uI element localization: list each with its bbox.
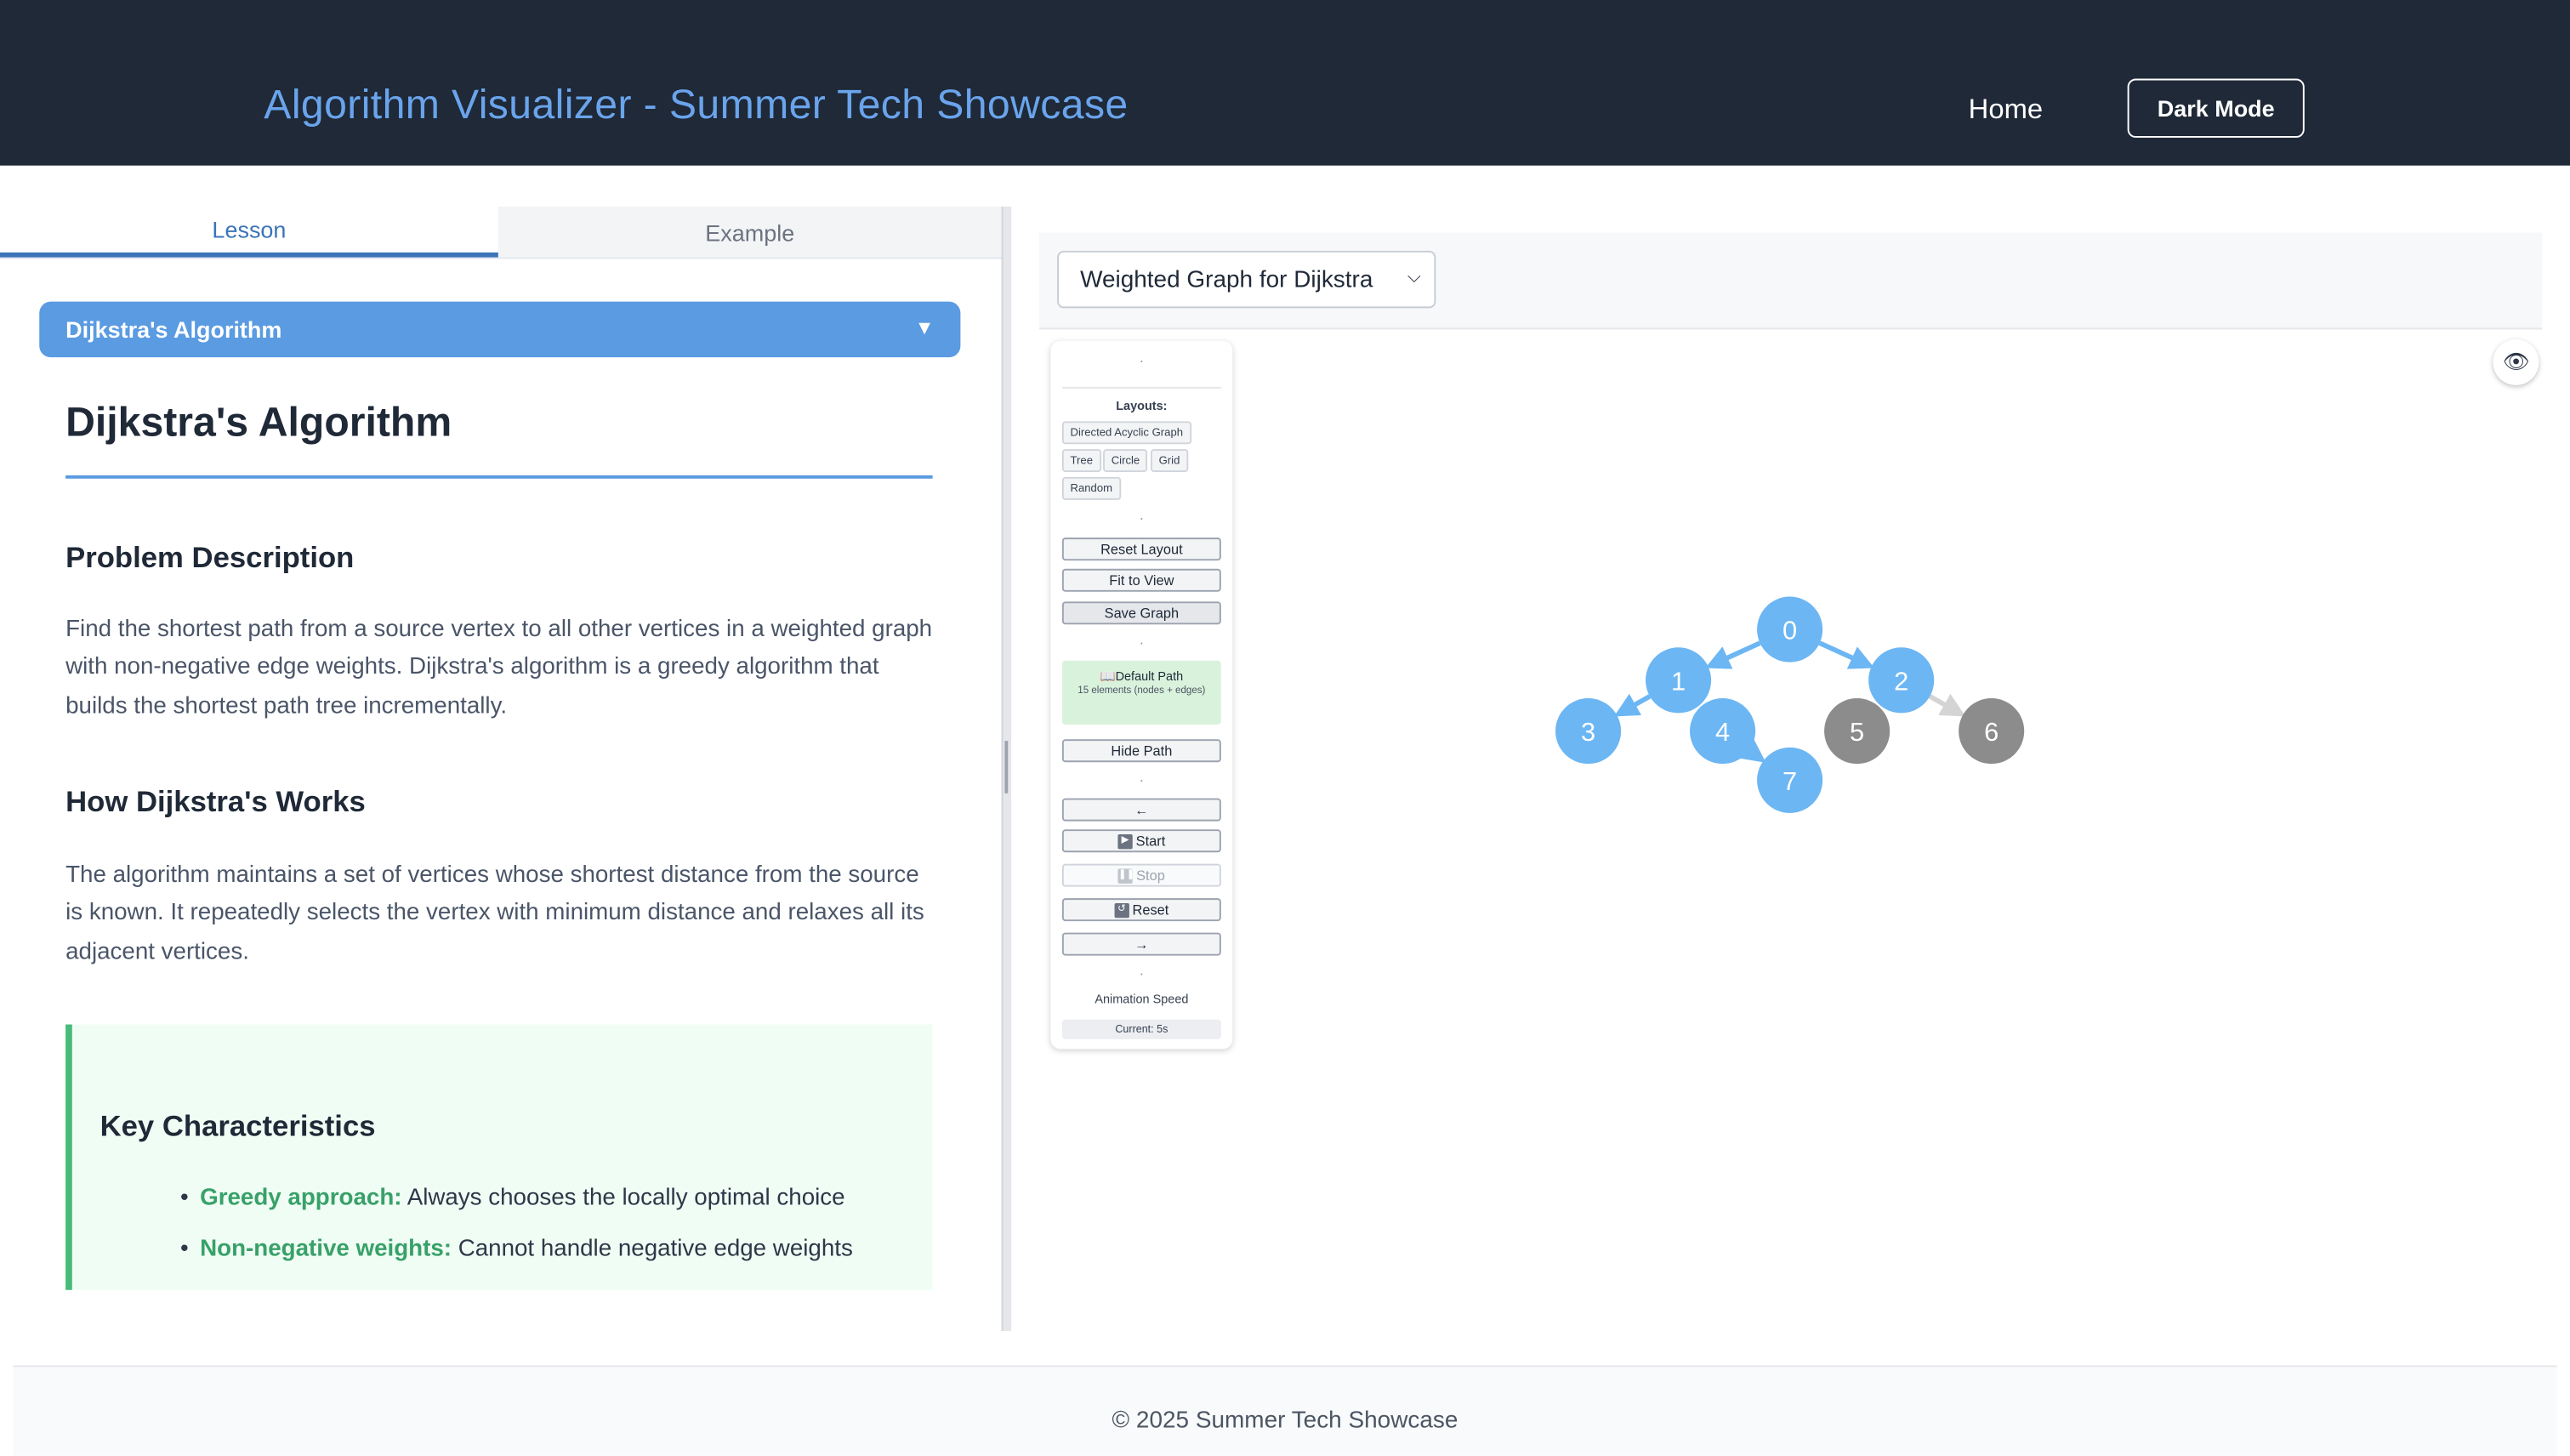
eye-icon[interactable]: 👁 bbox=[2493, 338, 2539, 385]
footer-copyright: © 2025 Summer Tech Showcase bbox=[1112, 1408, 1458, 1435]
graph-edge-4-7[interactable] bbox=[1738, 738, 1766, 763]
arrow-left-icon: ← bbox=[1134, 801, 1149, 818]
section-body-how-it-works: The algorithm maintains a set of vertice… bbox=[65, 862, 924, 965]
section-title-how-it-works: How Dijkstra's Works bbox=[65, 785, 366, 818]
stop-label: Stop bbox=[1136, 867, 1165, 884]
reset-layout-button[interactable]: Reset Layout bbox=[1061, 537, 1221, 561]
section-title-problem: Problem Description bbox=[65, 541, 355, 574]
visualizer-toolbar: Weighted Graph for Dijkstra ⌵ bbox=[1038, 232, 2543, 330]
graph-edge-0-2[interactable] bbox=[1818, 640, 1875, 669]
characteristic-text: Cannot handle negative edge weights bbox=[452, 1236, 853, 1263]
key-characteristics-box: Key Characteristics Greedy approach: Alw… bbox=[65, 1024, 933, 1290]
chevron-down-icon: ▼ bbox=[914, 316, 935, 339]
graph-node-label: 2 bbox=[1894, 666, 1908, 696]
graph-node-label: 0 bbox=[1783, 616, 1797, 646]
panel-tabs: Lesson Example bbox=[0, 206, 1002, 259]
graph-canvas[interactable]: 0 1 2 3 4 5 6 7 bbox=[1541, 582, 2049, 828]
reset-button[interactable]: ↺ Reset bbox=[1061, 898, 1221, 922]
stop-button[interactable]: ❚❚ Stop bbox=[1061, 863, 1221, 887]
characteristic-term: Non-negative weights: bbox=[200, 1236, 452, 1263]
graph-node-label: 5 bbox=[1850, 717, 1864, 747]
algorithm-accordion[interactable]: Dijkstra's Algorithm ▼ bbox=[39, 301, 961, 358]
path-subtitle: 15 elements (nodes + edges) bbox=[1077, 686, 1206, 697]
key-characteristics-title: Key Characteristics bbox=[100, 1109, 376, 1143]
tab-lesson[interactable]: Lesson bbox=[0, 207, 498, 258]
reset-label: Reset bbox=[1132, 901, 1169, 919]
graph-node-7[interactable]: 7 bbox=[1757, 747, 1823, 813]
graph-node-2[interactable]: 2 bbox=[1868, 647, 1935, 714]
graph-node-4[interactable]: 4 bbox=[1690, 698, 1756, 765]
graph-node-label: 4 bbox=[1715, 717, 1730, 747]
characteristic-term: Greedy approach: bbox=[200, 1185, 402, 1212]
graph-svg[interactable]: 0 1 2 3 4 5 6 7 bbox=[1541, 582, 2049, 828]
animation-speed-slider[interactable]: Current: 5s bbox=[1061, 1019, 1221, 1039]
graph-select-value: Weighted Graph for Dijkstra bbox=[1080, 266, 1373, 293]
list-item: Non-negative weights: Cannot handle nega… bbox=[180, 1236, 853, 1287]
graph-node-5[interactable]: 5 bbox=[1824, 698, 1891, 765]
graph-select-dropdown[interactable]: Weighted Graph for Dijkstra ⌵ bbox=[1057, 250, 1436, 309]
accordion-title: Dijkstra's Algorithm bbox=[65, 316, 282, 343]
layout-dag-button[interactable]: Directed Acyclic Graph bbox=[1061, 421, 1191, 445]
graph-node-6[interactable]: 6 bbox=[1959, 698, 2025, 765]
graph-node-label: 1 bbox=[1671, 666, 1686, 696]
reset-icon: ↺ bbox=[1114, 901, 1129, 918]
dark-mode-button[interactable]: Dark Mode bbox=[2127, 78, 2305, 138]
separator-dot: · bbox=[1139, 352, 1145, 369]
step-forward-button[interactable]: → bbox=[1061, 932, 1221, 956]
default-path-panel[interactable]: 📖Default Path 15 elements (nodes + edges… bbox=[1061, 660, 1221, 725]
graph-node-label: 3 bbox=[1581, 717, 1595, 747]
lesson-heading: Dijkstra's Algorithm bbox=[65, 400, 452, 446]
lesson-panel: Lesson Example Dijkstra's Algorithm ▼ Di… bbox=[0, 206, 1002, 1331]
app-title: Algorithm Visualizer - Summer Tech Showc… bbox=[264, 82, 1129, 128]
divider bbox=[1061, 386, 1221, 389]
graph-edge-2-6[interactable] bbox=[1928, 693, 1966, 717]
tab-example[interactable]: Example bbox=[498, 206, 1002, 258]
pause-icon: ❚❚ bbox=[1117, 867, 1134, 883]
fit-to-view-button[interactable]: Fit to View bbox=[1061, 568, 1221, 592]
animation-speed-label: Animation Speed bbox=[1095, 992, 1189, 1007]
start-button[interactable]: ▶ Start bbox=[1061, 829, 1221, 853]
arrow-right-icon: → bbox=[1134, 936, 1149, 953]
list-item: Greedy approach: Always chooses the loca… bbox=[180, 1185, 853, 1236]
heading-underline bbox=[65, 475, 933, 479]
page-footer: © 2025 Summer Tech Showcase bbox=[13, 1365, 2557, 1456]
graph-edge-1-3[interactable] bbox=[1613, 693, 1652, 717]
graph-node-0[interactable]: 0 bbox=[1757, 596, 1823, 663]
layout-circle-button[interactable]: Circle bbox=[1103, 449, 1148, 473]
top-header: Algorithm Visualizer - Summer Tech Showc… bbox=[0, 0, 2570, 166]
characteristic-text: Always chooses the locally optimal choic… bbox=[401, 1185, 845, 1212]
separator-dot: · bbox=[1139, 634, 1145, 651]
resize-handle[interactable] bbox=[1004, 741, 1009, 793]
section-body-problem: Find the shortest path from a source ver… bbox=[65, 616, 933, 719]
nav-home-link[interactable]: Home bbox=[1969, 94, 2043, 127]
separator-dot: · bbox=[1139, 771, 1145, 789]
graph-node-label: 7 bbox=[1783, 766, 1797, 796]
layouts-label: Layouts: bbox=[1116, 398, 1168, 413]
path-title: 📖Default Path bbox=[1100, 668, 1184, 684]
key-characteristics-list: Greedy approach: Always chooses the loca… bbox=[180, 1185, 853, 1286]
graph-node-label: 6 bbox=[1984, 717, 1999, 747]
layout-tree-button[interactable]: Tree bbox=[1061, 449, 1101, 473]
start-label: Start bbox=[1135, 833, 1166, 850]
step-back-button[interactable]: ← bbox=[1061, 798, 1221, 822]
layout-grid-button[interactable]: Grid bbox=[1150, 449, 1188, 473]
separator-dot: · bbox=[1139, 509, 1145, 526]
save-graph-button[interactable]: Save Graph bbox=[1061, 601, 1221, 625]
graph-node-1[interactable]: 1 bbox=[1646, 647, 1712, 714]
layout-random-button[interactable]: Random bbox=[1061, 476, 1121, 500]
graph-control-panel: · Layouts: Directed Acyclic Graph Tree C… bbox=[1050, 340, 1233, 1049]
hide-path-button[interactable]: Hide Path bbox=[1061, 739, 1221, 763]
chevron-down-icon: ⌵ bbox=[1407, 267, 1421, 287]
separator-dot: · bbox=[1139, 965, 1145, 982]
graph-edge-0-1[interactable] bbox=[1705, 640, 1761, 669]
graph-node-3[interactable]: 3 bbox=[1555, 698, 1622, 765]
play-icon: ▶ bbox=[1117, 833, 1133, 849]
